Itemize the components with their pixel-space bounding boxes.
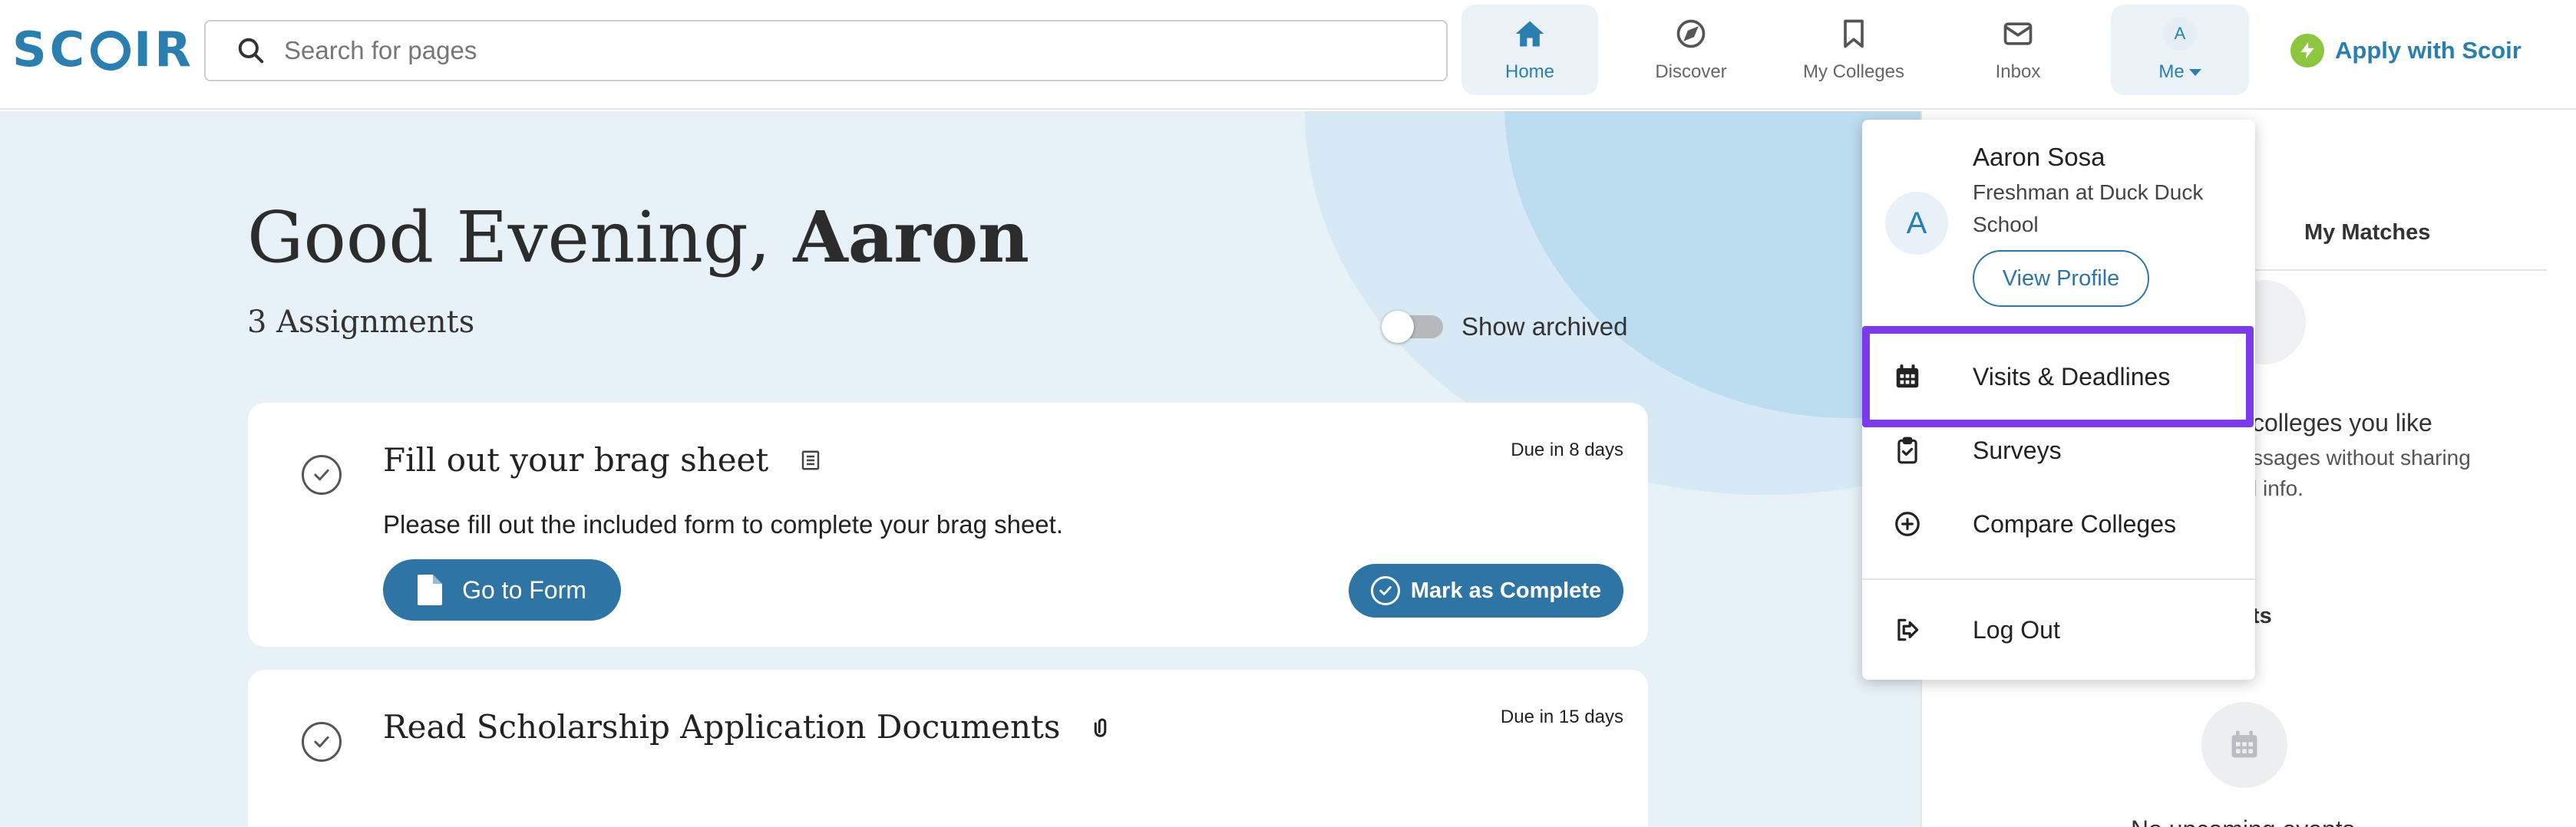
assignment-card: Fill out your brag sheet Due in 8 days P… [248,403,1648,647]
search-bar[interactable] [204,20,1448,81]
assignment-title: Fill out your brag sheet [383,441,822,479]
calendar-icon [2231,730,2257,758]
search-input[interactable] [284,36,1397,65]
logout-icon [1897,618,1919,641]
highlight-outline [1862,326,2254,427]
bolt-icon [2290,34,2324,68]
check-circle-icon [1370,576,1400,605]
greeting-heading: Good Evening, Aaron [247,196,1030,278]
dashboard-main: Good Evening, Aaron 3 Assignments Show a… [0,111,1920,827]
me-avatar: A [2163,17,2197,51]
menu-item-compare-colleges[interactable]: Compare Colleges [1862,489,2255,558]
nav-inbox-label: Inbox [1995,61,2041,82]
compass-icon [1676,19,1706,48]
nav-my-colleges-label: My Colleges [1802,61,1905,82]
nav-discover[interactable]: Discover [1623,5,1759,95]
complete-check-icon[interactable] [302,455,342,495]
profile-avatar: A [1885,192,1948,255]
bookmark-icon [1844,19,1864,48]
paperclip-icon [1095,718,1107,737]
nav-discover-label: Discover [1655,61,1727,82]
apply-label: Apply with Scoir [2335,37,2522,64]
top-bar: SCIR Home Discover My Colleges Inbox A M… [0,0,2576,110]
mail-icon [2003,22,2033,45]
clipboard-icon [1897,437,1917,464]
profile-name: Aaron Sosa [1973,143,2105,171]
plus-circle-icon [1895,512,1920,536]
nav-me-label: Me [2158,61,2185,82]
matches-subtext: ssages without sharing [2252,446,2471,470]
document-icon [418,575,443,605]
menu-item-label: Surveys [1973,436,2062,464]
nav-my-colleges[interactable]: My Colleges [1779,5,1928,95]
empty-events-text: No upcoming events [2131,815,2355,827]
view-profile-button[interactable]: View Profile [1973,250,2149,307]
search-icon [238,38,264,64]
toggle-switch[interactable] [1382,311,1443,343]
menu-item-log-out[interactable]: Log Out [1862,595,2255,664]
matches-text: colleges you like [2252,409,2432,437]
go-to-form-button[interactable]: Go to Form [383,559,621,621]
tab-divider [2252,269,2547,271]
assignment-description: Please fill out the included form to com… [383,510,1063,539]
nav-home-label: Home [1504,61,1555,82]
scoir-logo[interactable]: SC IR [12,21,194,77]
show-archived-toggle[interactable]: Show archived [1382,311,1628,343]
nav-inbox[interactable]: Inbox [1950,5,2086,95]
apply-with-scoir-link[interactable]: Apply with Scoir [2290,32,2522,69]
profile-subtitle: Freshman at Duck Duck School [1973,180,2204,236]
form-icon [802,450,820,470]
assignment-card: Read Scholarship Application Documents D… [248,670,1648,827]
menu-divider [1862,578,2255,580]
menu-item-label: Compare Colleges [1973,509,2177,538]
calendar-placeholder [2201,702,2287,788]
assignment-count: 3 Assignments [247,305,475,340]
tab-my-matches[interactable]: My Matches [2304,220,2430,245]
greeting-name: Aaron [793,196,1030,278]
mark-as-complete-button[interactable]: Mark as Complete [1349,564,1623,618]
chevron-down-icon [2188,68,2201,76]
nav-me[interactable]: A Me [2111,5,2249,95]
due-date: Due in 15 days [1500,707,1623,727]
nav-home[interactable]: Home [1461,5,1598,95]
due-date: Due in 8 days [1511,440,1623,460]
home-icon [1515,21,1544,47]
menu-item-label: Log Out [1973,615,2060,644]
show-archived-label: Show archived [1461,312,1628,341]
assignment-title: Read Scholarship Application Documents [383,708,1114,746]
complete-check-icon[interactable] [302,722,342,762]
matches-subtext: l info. [2252,476,2304,500]
